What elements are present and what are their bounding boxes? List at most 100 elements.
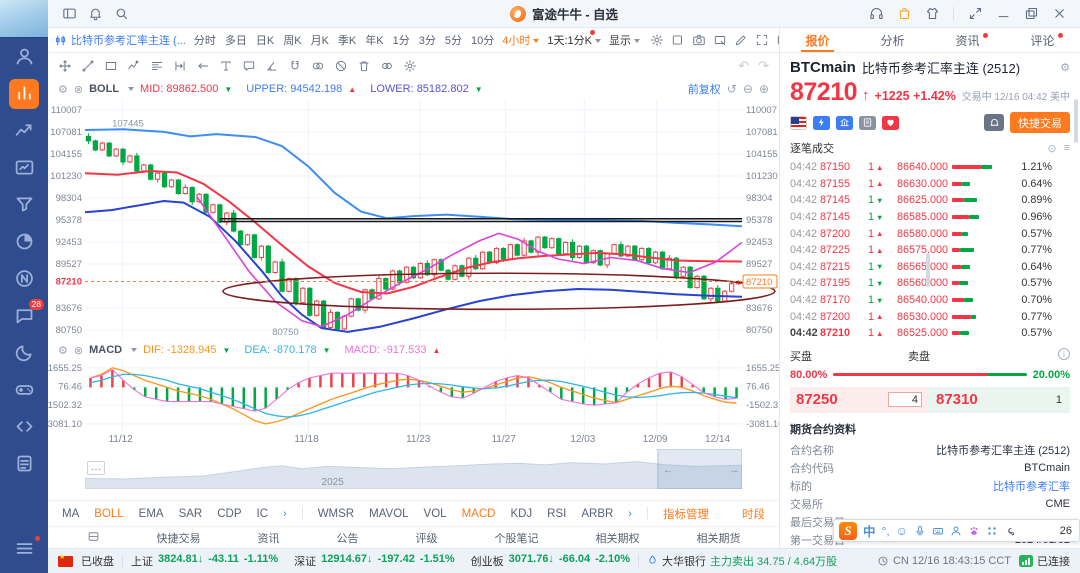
move-tool-icon[interactable] bbox=[58, 59, 72, 73]
angle-tool-icon[interactable] bbox=[265, 59, 279, 73]
sidebar-item-chat[interactable]: 28 bbox=[0, 297, 48, 334]
tick-more-icon[interactable]: ⊙ bbox=[1047, 142, 1056, 155]
sidebar-item-futu-logo[interactable] bbox=[0, 260, 48, 297]
function-tab-5[interactable]: 相关期权 bbox=[596, 530, 640, 546]
draw-settings-gear-icon[interactable] bbox=[403, 59, 417, 73]
skin-paw-icon[interactable] bbox=[968, 525, 980, 537]
tick-row[interactable]: 04:42 87155 1 ▲ 86630.000 0.64% bbox=[780, 176, 1080, 193]
capital-flow-alert[interactable]: 大华银行 主力卖出 34.75 / 4.64万股 bbox=[647, 553, 837, 569]
tick-row[interactable]: 04:42 87200 1 ▲ 86530.000 0.77% bbox=[780, 308, 1080, 325]
sidebar-item-sessions-pie[interactable] bbox=[0, 223, 48, 260]
function-tab-4[interactable]: 个股笔记 bbox=[495, 530, 539, 546]
timeframe-selected[interactable]: 4小时 bbox=[502, 32, 540, 48]
timeframe-9[interactable]: 5分 bbox=[445, 32, 462, 48]
indicator-mavol[interactable]: MAVOL bbox=[369, 508, 408, 520]
redo-icon[interactable]: ↷ bbox=[758, 58, 769, 74]
zoom-out-icon[interactable]: ⊖ bbox=[743, 82, 753, 96]
indicator-macd[interactable]: MACD bbox=[462, 508, 496, 520]
broker-bank-icon[interactable] bbox=[836, 115, 853, 130]
display-menu[interactable]: 显示 bbox=[609, 32, 640, 48]
more-sub-indicators-icon[interactable]: › bbox=[628, 508, 632, 520]
undo-icon[interactable]: ↶ bbox=[738, 58, 749, 74]
ask-price-cell[interactable]: 87310 1 bbox=[928, 386, 1070, 413]
scrollbar[interactable] bbox=[926, 253, 930, 287]
quick-trade-button[interactable]: 快捷交易 bbox=[1010, 112, 1070, 133]
sidebar-item-night-mode[interactable] bbox=[0, 334, 48, 371]
rectangle-tool-icon[interactable] bbox=[104, 59, 118, 73]
notifications-bell-icon[interactable] bbox=[82, 3, 108, 25]
hide-drawings-icon[interactable] bbox=[334, 59, 348, 73]
indicator-manage-button[interactable]: 指标管理 bbox=[663, 506, 709, 522]
sidebar-item-trade[interactable] bbox=[0, 149, 48, 186]
chinese-mode-icon[interactable]: 中 bbox=[863, 521, 876, 540]
tab-0[interactable]: 报价 bbox=[801, 28, 834, 52]
avatar[interactable] bbox=[0, 0, 48, 38]
indicator-ic[interactable]: IC bbox=[257, 508, 269, 520]
headphones-icon[interactable] bbox=[863, 3, 889, 25]
indicator-cdp[interactable]: CDP bbox=[217, 508, 241, 520]
tick-row[interactable]: 04:42 87200 1 ▲ 86580.000 0.57% bbox=[780, 225, 1080, 242]
scrollbar[interactable] bbox=[1074, 99, 1078, 143]
favorite-heart-icon[interactable] bbox=[882, 115, 899, 130]
shop-bag-icon[interactable] bbox=[891, 3, 917, 25]
delete-drawings-icon[interactable] bbox=[357, 59, 371, 73]
tab-1[interactable]: 分析 bbox=[876, 28, 908, 52]
more-main-indicators-icon[interactable]: › bbox=[283, 508, 287, 520]
camera-icon[interactable] bbox=[692, 33, 706, 47]
sidebar-item-screener[interactable] bbox=[0, 186, 48, 223]
fullscreen-icon[interactable] bbox=[755, 33, 769, 47]
main-chart[interactable]: 110007 110007 107081 107081 104155 104155 1012… bbox=[48, 99, 779, 341]
tick-row[interactable]: 04:42 87145 1 ▼ 86585.000 0.96% bbox=[780, 209, 1080, 226]
text-tool-icon[interactable] bbox=[219, 59, 233, 73]
sidebar-item-markets[interactable] bbox=[0, 75, 48, 112]
draw-pencil-icon[interactable] bbox=[734, 33, 748, 47]
sidebar-item-user[interactable] bbox=[0, 38, 48, 75]
screenshot-icon[interactable] bbox=[713, 33, 727, 47]
reset-zoom-icon[interactable]: ↺ bbox=[727, 82, 737, 96]
macd-chart[interactable]: 1655.25 1655.25 76.46 76.46 -1502.32 -1502.32… bbox=[48, 359, 779, 433]
indicator-arbr[interactable]: ARBR bbox=[581, 508, 613, 520]
timeframe-7[interactable]: 1分 bbox=[393, 32, 410, 48]
alerts-bell-icon[interactable] bbox=[984, 114, 1004, 131]
indicator-name[interactable]: MACD bbox=[89, 344, 122, 356]
indicator-sar[interactable]: SAR bbox=[179, 508, 203, 520]
adjust-mode-button[interactable]: 前复权 bbox=[688, 81, 721, 97]
timeframe-1[interactable]: 多日 bbox=[225, 32, 247, 48]
timeframe-custom[interactable]: 1天:1分K bbox=[547, 30, 601, 48]
tab-2[interactable]: 资讯 bbox=[951, 28, 988, 52]
fibonacci-tool-icon[interactable] bbox=[150, 59, 164, 73]
arrow-tool-icon[interactable] bbox=[196, 59, 210, 73]
note-tool-icon[interactable] bbox=[242, 59, 256, 73]
indicator-wmsr[interactable]: WMSR bbox=[318, 508, 354, 520]
boll-settings-gear-icon[interactable]: ⚙ bbox=[58, 83, 68, 96]
zoom-in-icon[interactable]: ⊕ bbox=[759, 82, 769, 96]
tick-row[interactable]: 04:42 87170 1 ▼ 86540.000 0.70% bbox=[780, 292, 1080, 309]
function-tab-0[interactable]: 快捷交易 bbox=[157, 530, 201, 546]
minimize-icon[interactable] bbox=[990, 3, 1016, 25]
mic-icon[interactable] bbox=[914, 525, 926, 537]
link-charts-icon[interactable] bbox=[380, 59, 394, 73]
skin-theme-icon[interactable] bbox=[919, 3, 945, 25]
tick-row[interactable]: 04:42 87145 1 ▼ 86625.000 0.89% bbox=[780, 192, 1080, 209]
timeframe-0[interactable]: 分时 bbox=[194, 32, 216, 48]
compare-tool-icon[interactable] bbox=[311, 59, 325, 73]
panel-toggle-icon[interactable] bbox=[87, 530, 100, 546]
level2-lightning-icon[interactable] bbox=[813, 115, 830, 130]
index-0[interactable]: 上证 3824.81↓ -43.11 -1.11% bbox=[131, 553, 278, 569]
tick-row[interactable]: 04:42 87215 1 ▼ 86565.000 0.64% bbox=[780, 259, 1080, 276]
timeframe-8[interactable]: 3分 bbox=[419, 32, 436, 48]
boll-close-icon[interactable]: ⊗ bbox=[74, 83, 83, 96]
symbol-tab[interactable]: 比特币参考汇率主连 (... bbox=[54, 32, 186, 48]
sidebar-item-games[interactable] bbox=[0, 371, 48, 408]
timeframe-10[interactable]: 10分 bbox=[471, 32, 494, 48]
indicator-rsi[interactable]: RSI bbox=[547, 508, 566, 520]
close-icon[interactable] bbox=[1046, 3, 1072, 25]
range-tool-icon[interactable] bbox=[173, 59, 187, 73]
maximize-icon[interactable] bbox=[1018, 3, 1044, 25]
chart-navigator[interactable]: ← → … 2025 bbox=[84, 448, 743, 490]
timeframe-6[interactable]: 年K bbox=[365, 32, 383, 48]
snap-window-icon[interactable] bbox=[962, 3, 988, 25]
search-icon[interactable] bbox=[108, 3, 134, 25]
notes-icon[interactable] bbox=[859, 115, 876, 130]
account-icon[interactable] bbox=[950, 525, 962, 537]
